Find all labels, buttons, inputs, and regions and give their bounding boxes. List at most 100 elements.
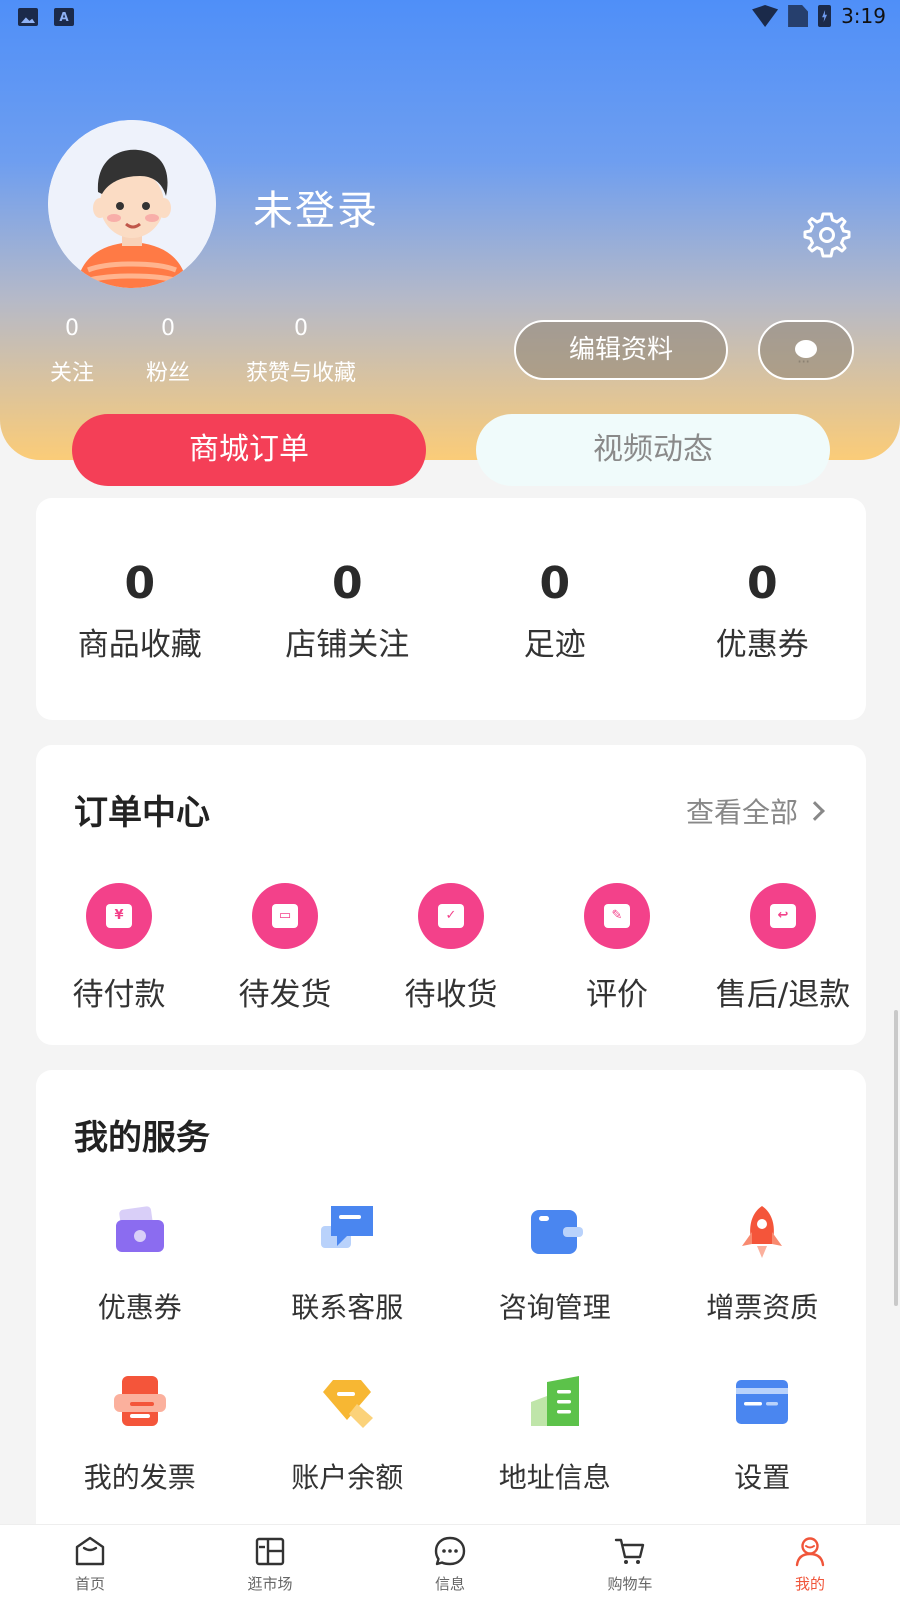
stat-following[interactable]: 0 关注 [48,316,96,387]
invoice-icon [113,1376,166,1426]
order-refund-label: 售后/退款 [715,977,851,1013]
order-review-label: 评价 [586,977,648,1013]
rocket-icon [742,1206,783,1258]
stat-following-count: 0 [65,316,79,341]
nav-profile-label: 我的 [794,1575,825,1593]
summary-coupons-label: 优惠券 [715,627,809,663]
nav-home[interactable]: 首页 [0,1525,180,1600]
service-settings-label: 设置 [734,1461,791,1494]
status-bar: A 3:19 [0,0,900,36]
settings-gear-icon[interactable] [802,210,852,260]
stat-likes-count: 0 [294,316,308,341]
balance-tag-icon [323,1380,374,1428]
battery-charging-icon [818,5,832,27]
order-center-card: 订单中心 查看全部 ¥ 待付款 ▭ 待发货 ✓ 待收货 ✎ 评价 ↩ 售后/退款 [36,745,866,1045]
summary-favorites[interactable]: 0 商品收藏 [36,558,244,664]
nav-messages-label: 信息 [434,1575,465,1593]
order-pending-receipt-label: 待收货 [404,977,498,1013]
summary-followed-shops[interactable]: 0 店铺关注 [244,558,452,664]
service-account-balance[interactable]: 账户余额 [244,1372,452,1542]
avatar[interactable] [48,120,216,288]
pending-shipment-icon: ▭ [252,883,318,949]
status-time: 3:19 [841,4,886,28]
bottom-navigation: 首页 逛市场 信息 购物车 我的 [0,1524,900,1600]
edit-profile-button[interactable]: 编辑资料 [514,320,728,380]
nav-market-label: 逛市场 [247,1575,293,1593]
profile-icon [795,1537,825,1567]
order-review[interactable]: ✎ 评价 [534,883,700,1014]
scrollbar[interactable] [894,1010,898,1306]
nav-cart-label: 购物车 [607,1575,653,1593]
summary-card: 0 商品收藏 0 店铺关注 0 足迹 0 优惠券 [36,498,866,720]
coupon-wallet-icon [115,1206,164,1252]
summary-shops-count: 0 [331,558,363,609]
pending-payment-icon: ¥ [86,883,152,949]
chat-service-icon [321,1206,374,1248]
summary-footprints-count: 0 [539,558,571,609]
view-all-label: 查看全部 [685,796,798,829]
service-address-info-label: 地址信息 [498,1461,611,1494]
summary-favorites-label: 商品收藏 [77,627,202,663]
service-my-invoices[interactable]: 我的发票 [36,1372,244,1542]
order-pending-shipment[interactable]: ▭ 待发货 [202,883,368,1014]
service-consultation-label: 咨询管理 [498,1291,611,1324]
stat-fans-label: 粉丝 [145,361,190,386]
order-pending-payment[interactable]: ¥ 待付款 [36,883,202,1014]
tab-video-feed[interactable]: 视频动态 [476,414,830,486]
order-pending-shipment-label: 待发货 [238,977,332,1013]
consult-icon [530,1210,583,1254]
address-building-icon [530,1376,579,1426]
nav-cart[interactable]: 购物车 [540,1525,720,1600]
service-vat-invoice-label: 增票资质 [706,1291,819,1324]
avatar-boy-icon [48,120,216,288]
order-refund[interactable]: ↩ 售后/退款 [700,883,866,1014]
nav-market[interactable]: 逛市场 [180,1525,360,1600]
summary-favorites-count: 0 [124,558,156,609]
stat-likes-label: 获赞与收藏 [245,361,356,386]
service-coupons-label: 优惠券 [97,1291,182,1324]
home-icon [75,1536,105,1566]
chat-bubble-icon [795,334,817,390]
message-icon [434,1536,466,1566]
nav-home-label: 首页 [74,1575,105,1593]
no-sim-icon [788,5,809,27]
pending-receipt-icon: ✓ [418,883,484,949]
my-services-card: 我的服务 优惠券 联系客服 咨询管理 增票资质 我的发票 账户余额 地址信息 设… [36,1070,866,1540]
service-coupons[interactable]: 优惠券 [36,1202,244,1372]
stat-following-label: 关注 [49,361,94,386]
username[interactable]: 未登录 [253,178,379,236]
app-notification-icon: A [54,8,74,26]
cart-icon [614,1538,645,1564]
summary-footprints-label: 足迹 [523,627,586,663]
market-icon [255,1537,285,1566]
wifi-icon [752,5,779,27]
summary-shops-label: 店铺关注 [285,627,410,663]
service-settings[interactable]: 设置 [659,1372,867,1542]
settings-card-icon [736,1380,789,1424]
service-address-info[interactable]: 地址信息 [451,1372,659,1542]
summary-coupons[interactable]: 0 优惠券 [659,558,867,664]
summary-footprints[interactable]: 0 足迹 [451,558,659,664]
service-vat-invoice-qualification[interactable]: 增票资质 [659,1202,867,1372]
service-my-invoices-label: 我的发票 [83,1461,196,1494]
chevron-right-icon [805,801,825,821]
order-center-title: 订单中心 [74,793,210,833]
service-customer-support-label: 联系客服 [291,1291,404,1324]
my-services-title: 我的服务 [74,1118,210,1158]
order-pending-payment-label: 待付款 [72,977,166,1013]
service-consultation[interactable]: 咨询管理 [451,1202,659,1372]
nav-profile[interactable]: 我的 [720,1525,900,1600]
service-customer-support[interactable]: 联系客服 [244,1202,452,1372]
service-account-balance-label: 账户余额 [291,1461,404,1494]
stat-fans-count: 0 [161,316,175,341]
nav-messages[interactable]: 信息 [360,1525,540,1600]
message-button[interactable] [758,320,854,390]
review-icon: ✎ [584,883,650,949]
summary-coupons-count: 0 [746,558,778,609]
tab-mall-orders[interactable]: 商城订单 [72,414,426,486]
view-all-orders-link[interactable]: 查看全部 [685,791,825,831]
stat-fans[interactable]: 0 粉丝 [144,316,192,387]
gallery-notification-icon [18,8,38,26]
order-pending-receipt[interactable]: ✓ 待收货 [368,883,534,1014]
stat-likes[interactable]: 0 获赞与收藏 [240,316,362,387]
